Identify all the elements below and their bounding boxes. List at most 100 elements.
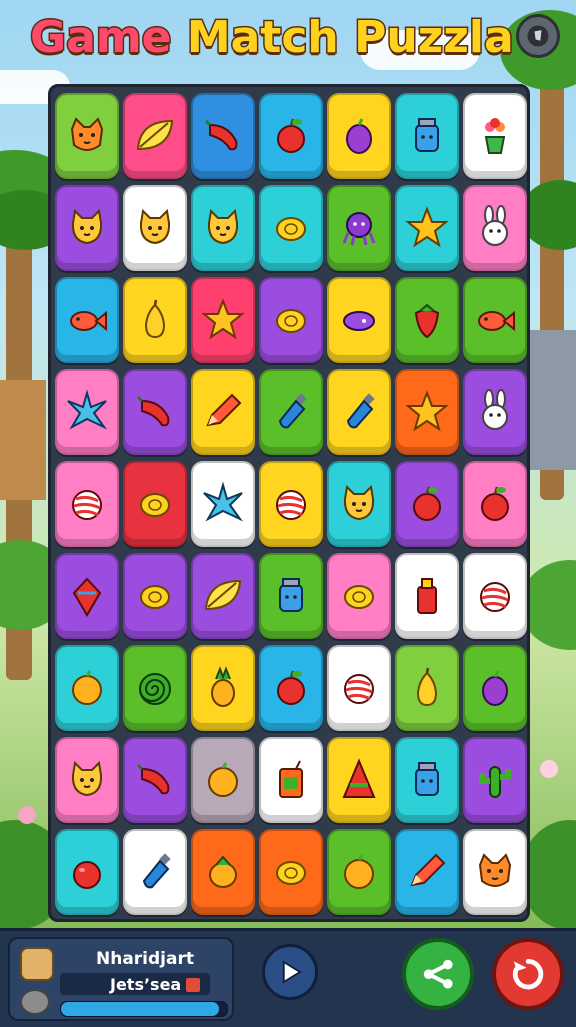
title-word-1: Game: [29, 11, 173, 65]
game-tile[interactable]: [259, 277, 323, 363]
game-tile[interactable]: [55, 553, 119, 639]
status-badge: [186, 978, 200, 992]
game-tile[interactable]: [463, 185, 527, 271]
game-tile[interactable]: [259, 737, 323, 823]
game-tile[interactable]: [259, 93, 323, 179]
game-tile[interactable]: [191, 737, 255, 823]
fish-icon: [478, 310, 515, 332]
game-tile[interactable]: [327, 461, 391, 547]
orange-icon: [344, 854, 374, 889]
game-tile[interactable]: [123, 737, 187, 823]
grape-icon: [346, 118, 372, 154]
cherry-icon: [73, 861, 101, 889]
game-tile[interactable]: [463, 553, 527, 639]
game-tile[interactable]: [327, 645, 391, 731]
apple-icon: [413, 486, 441, 521]
game-tile[interactable]: [327, 829, 391, 915]
game-tile[interactable]: [395, 645, 459, 731]
game-tile[interactable]: [191, 369, 255, 455]
starfish-icon: [67, 389, 108, 430]
game-tile[interactable]: [123, 645, 187, 731]
game-tile[interactable]: [327, 93, 391, 179]
share-button[interactable]: [402, 938, 474, 1010]
game-tile[interactable]: [395, 829, 459, 915]
fish-icon: [70, 310, 107, 332]
game-tile[interactable]: [55, 645, 119, 731]
game-tile[interactable]: [191, 553, 255, 639]
game-tile[interactable]: [191, 645, 255, 731]
game-tile[interactable]: [191, 93, 255, 179]
game-tile[interactable]: [463, 461, 527, 547]
secondary-avatar: [20, 989, 50, 1015]
sauce-bottle-icon: [417, 578, 437, 614]
game-tile[interactable]: [463, 93, 527, 179]
game-tile[interactable]: [463, 369, 527, 455]
game-tile[interactable]: [327, 737, 391, 823]
restart-button[interactable]: [492, 938, 564, 1010]
game-tile[interactable]: [395, 185, 459, 271]
game-tile[interactable]: [55, 829, 119, 915]
game-tile[interactable]: [123, 277, 187, 363]
leaf-icon: [204, 579, 242, 611]
settings-icon: [527, 25, 549, 47]
game-tile[interactable]: [55, 461, 119, 547]
game-tile[interactable]: [55, 369, 119, 455]
game-tile[interactable]: [55, 185, 119, 271]
restart-icon: [512, 958, 544, 990]
game-tile[interactable]: [463, 737, 527, 823]
game-tile[interactable]: [395, 93, 459, 179]
jar-icon: [415, 118, 439, 152]
cactus-icon: [479, 766, 511, 798]
game-tile[interactable]: [191, 185, 255, 271]
game-tile[interactable]: [191, 461, 255, 547]
game-tile[interactable]: [259, 645, 323, 731]
game-tile[interactable]: [55, 93, 119, 179]
pear-icon: [144, 299, 166, 339]
pepper-icon: [204, 119, 238, 151]
game-tile[interactable]: [327, 553, 391, 639]
game-tile[interactable]: [395, 277, 459, 363]
lemon-icon: [276, 861, 306, 885]
game-tile[interactable]: [463, 645, 527, 731]
cat-icon: [139, 208, 171, 245]
lemon-icon: [276, 309, 306, 333]
game-tile[interactable]: [259, 553, 323, 639]
game-tile[interactable]: [327, 369, 391, 455]
candy-stripe-icon: [480, 582, 510, 612]
settings-button[interactable]: [516, 14, 560, 58]
game-tile[interactable]: [123, 93, 187, 179]
jar-icon: [279, 578, 303, 612]
pineapple-icon: [211, 666, 235, 707]
game-tile[interactable]: [395, 461, 459, 547]
candy-stripe-icon: [344, 674, 374, 704]
game-tile[interactable]: [395, 369, 459, 455]
play-button[interactable]: [262, 944, 318, 1000]
game-tile[interactable]: [55, 277, 119, 363]
game-tile[interactable]: [463, 829, 527, 915]
game-tile[interactable]: [259, 461, 323, 547]
game-tile[interactable]: [123, 461, 187, 547]
game-tile[interactable]: [55, 737, 119, 823]
game-tile[interactable]: [259, 185, 323, 271]
pencil-icon: [206, 393, 242, 427]
game-tile[interactable]: [191, 829, 255, 915]
game-tile[interactable]: [123, 369, 187, 455]
game-tile[interactable]: [259, 829, 323, 915]
game-tile[interactable]: [463, 277, 527, 363]
game-tile[interactable]: [123, 185, 187, 271]
progress-bar: [60, 1001, 228, 1017]
game-tile[interactable]: [395, 737, 459, 823]
player-name: Nharidjart: [96, 949, 194, 969]
game-tile[interactable]: [327, 185, 391, 271]
pepper-icon: [136, 763, 170, 795]
game-tile[interactable]: [123, 553, 187, 639]
star-icon: [405, 390, 449, 432]
candy-icon: [343, 311, 375, 331]
game-tile[interactable]: [259, 369, 323, 455]
game-tile[interactable]: [123, 829, 187, 915]
player-subtitle: Jetsʼsea: [110, 975, 182, 994]
cat-icon: [343, 484, 375, 521]
game-tile[interactable]: [191, 277, 255, 363]
game-tile[interactable]: [395, 553, 459, 639]
game-tile[interactable]: [327, 277, 391, 363]
